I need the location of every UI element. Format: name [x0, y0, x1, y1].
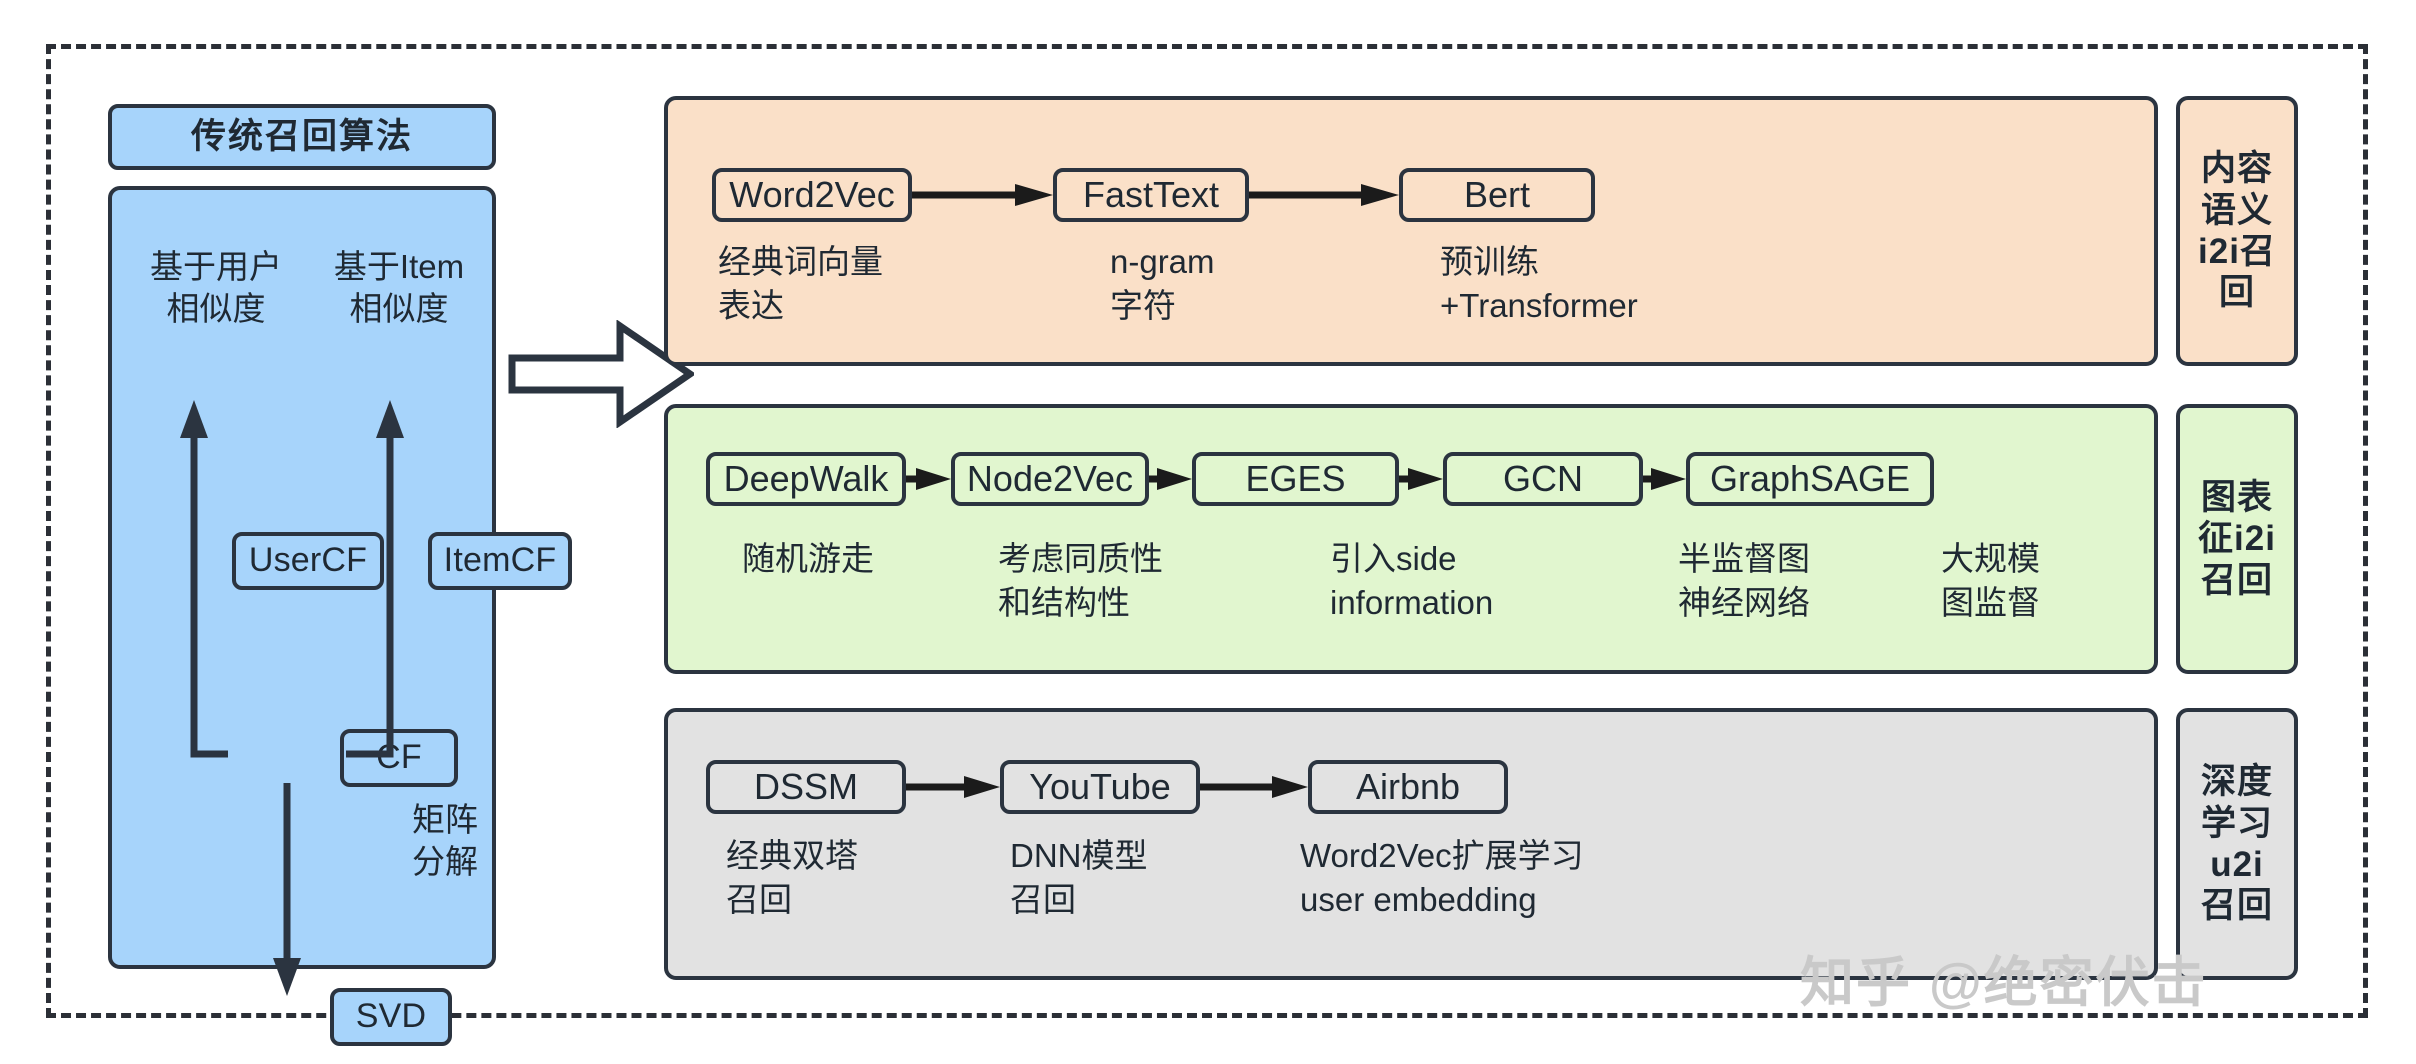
node-eges[interactable]: EGES: [1192, 452, 1399, 506]
caption-dssm: 经典双塔 召回: [726, 837, 858, 918]
node-bert[interactable]: Bert: [1399, 168, 1595, 222]
arrow-word2vec-to-fasttext: [912, 184, 1053, 206]
arrow-youtube-to-airbnb: [1200, 776, 1308, 798]
caption-item-similarity: 基于Item 相似度: [333, 248, 465, 328]
tag-content-semantic-i2i: 内容 语义 i2i召 回: [2176, 96, 2298, 366]
arrow-eges-to-gcn: [1399, 468, 1443, 490]
node-gcn[interactable]: GCN: [1443, 452, 1643, 506]
node-node2vec[interactable]: Node2Vec: [951, 452, 1149, 506]
node-youtube[interactable]: YouTube: [1000, 760, 1200, 814]
caption-node2vec: 考虑同质性 和结构性: [998, 540, 1163, 621]
caption-eges: 引入side information: [1330, 540, 1494, 621]
arrow-node2vec-to-eges: [1149, 468, 1192, 490]
node-svd[interactable]: SVD: [330, 988, 452, 1046]
caption-user-similarity: 基于用户 相似度: [150, 248, 282, 328]
caption-bert: 预训练 +Transformer: [1440, 243, 1638, 324]
caption-fasttext: n-gram 字符: [1110, 243, 1215, 324]
traditional-recall-panel: 基于用户 相似度 基于Item 相似度 UserCF ItemCF CF SVD…: [108, 186, 572, 1046]
node-word2vec[interactable]: Word2Vec: [712, 168, 912, 222]
node-itemcf[interactable]: ItemCF: [428, 532, 572, 590]
traditional-recall-title: 传统召回算法: [108, 104, 496, 170]
arrow-deepwalk-to-node2vec: [906, 468, 951, 490]
node-graphsage[interactable]: GraphSAGE: [1686, 452, 1934, 506]
arrow-gcn-to-graphsage: [1643, 468, 1686, 490]
node-cf[interactable]: CF: [340, 729, 458, 787]
arrow-fasttext-to-bert: [1249, 184, 1399, 206]
tag-graph-embedding-i2i: 图表 征i2i 召回: [2176, 404, 2298, 674]
caption-matrix-factorization: 矩阵 分解: [412, 801, 478, 881]
caption-word2vec: 经典词向量 表达: [718, 243, 883, 324]
watermark: 知乎 @绝密伏击: [1800, 953, 2208, 1013]
node-airbnb[interactable]: Airbnb: [1308, 760, 1508, 814]
caption-deepwalk: 随机游走: [742, 540, 874, 577]
caption-gcn: 半监督图 神经网络: [1678, 540, 1810, 621]
node-dssm[interactable]: DSSM: [706, 760, 906, 814]
node-fasttext[interactable]: FastText: [1053, 168, 1249, 222]
node-deepwalk[interactable]: DeepWalk: [706, 452, 906, 506]
caption-graphsage: 大规模 图监督: [1941, 540, 2040, 621]
node-usercf[interactable]: UserCF: [232, 532, 384, 590]
arrow-dssm-to-youtube: [906, 776, 1000, 798]
caption-airbnb: Word2Vec扩展学习 user embedding: [1300, 837, 1584, 918]
caption-youtube: DNN模型 召回: [1010, 837, 1148, 918]
content-semantic-row: [664, 96, 2158, 366]
